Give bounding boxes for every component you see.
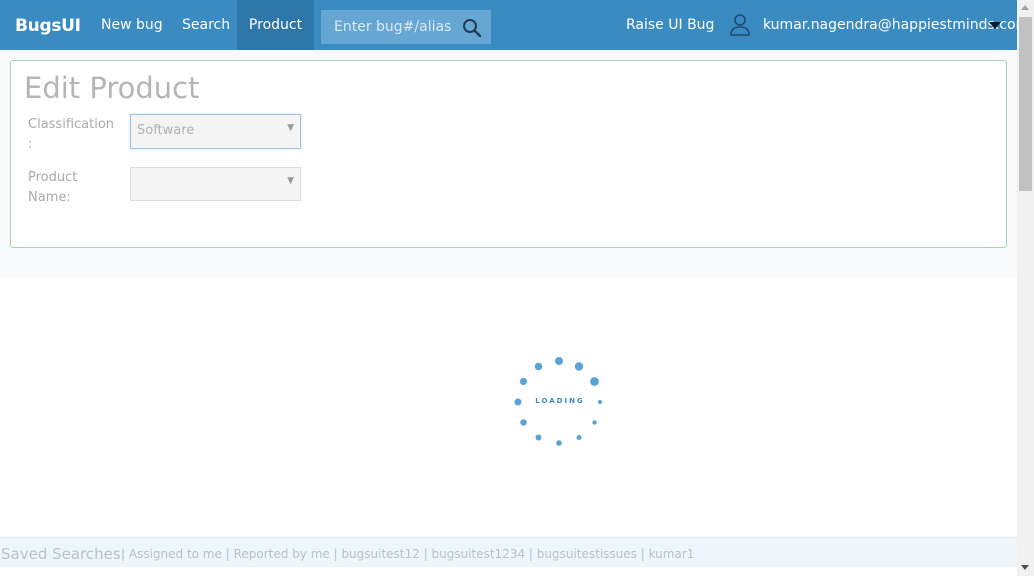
search-icon[interactable] xyxy=(462,18,482,38)
classification-select[interactable]: Software ▼ xyxy=(130,114,301,149)
classification-label-line1: Classification xyxy=(28,117,115,132)
bug-search-box xyxy=(321,10,491,44)
product-name-select[interactable]: ▼ xyxy=(130,167,301,201)
page-bottom-strip xyxy=(0,567,1017,576)
scroll-down-arrow-icon[interactable] xyxy=(1021,565,1029,570)
product-name-label: Product Name: xyxy=(28,168,77,208)
vertical-scrollbar[interactable] xyxy=(1017,0,1034,576)
dropdown-arrow-icon: ▼ xyxy=(287,123,294,133)
user-icon[interactable] xyxy=(728,13,752,37)
saved-searches-label: Saved Searches: xyxy=(1,545,126,563)
dropdown-arrow-icon: ▼ xyxy=(287,176,294,186)
saved-searches-links: | Assigned to me | Reported by me | bugs… xyxy=(121,547,695,561)
classification-select-value: Software xyxy=(137,123,195,138)
classification-label-line2: : xyxy=(28,137,33,152)
scroll-up-arrow-icon[interactable] xyxy=(1021,5,1029,10)
nav-new-bug[interactable]: New bug xyxy=(101,0,163,50)
loading-text: LOADING xyxy=(535,397,585,405)
saved-search-link[interactable]: Assigned to me xyxy=(129,547,222,561)
bug-search-input[interactable] xyxy=(321,10,464,44)
nav-product[interactable]: Product xyxy=(237,0,314,50)
saved-search-link[interactable]: bugsuitest1234 xyxy=(431,547,525,561)
product-name-label-line2: Name: xyxy=(28,190,71,205)
saved-search-link[interactable]: kumar1 xyxy=(649,547,695,561)
page-title: Edit Product xyxy=(24,71,200,105)
saved-search-link[interactable]: Reported by me xyxy=(234,547,330,561)
saved-search-link[interactable]: bugsuitest12 xyxy=(341,547,419,561)
product-name-label-line1: Product xyxy=(28,170,78,185)
classification-label: Classification : xyxy=(28,115,114,155)
brand-logo[interactable]: BugsUI xyxy=(15,16,81,36)
raise-ui-bug-link[interactable]: Raise UI Bug xyxy=(626,0,714,50)
saved-searches-bar: Saved Searches: | Assigned to me | Repor… xyxy=(0,537,1017,568)
saved-search-link[interactable]: bugsuitestissues xyxy=(537,547,637,561)
top-navbar: BugsUI New bug Search Product Raise UI B… xyxy=(0,0,1029,50)
scrollbar-thumb[interactable] xyxy=(1019,17,1032,191)
user-menu-chevron-down-icon[interactable] xyxy=(989,22,1001,29)
edit-product-panel: Edit Product Classification : Software ▼… xyxy=(10,60,1007,248)
nav-search[interactable]: Search xyxy=(182,0,230,50)
